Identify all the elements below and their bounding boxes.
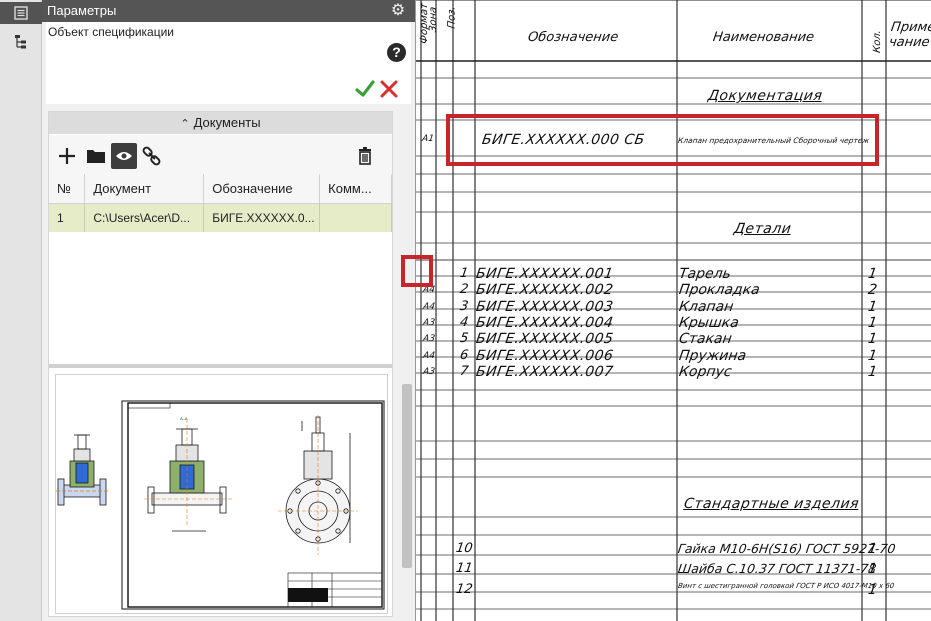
table-row[interactable]: 1 C:\Users\Acer\D... БИГЕ.XXXXXX.0... (49, 203, 392, 232)
standard-position: 11 (454, 561, 474, 576)
standard-position: 12 (454, 582, 474, 597)
chevron-up-icon: ⌃ (180, 118, 190, 130)
detail-name: Прокладка (677, 282, 761, 299)
detail-format: А3 (422, 334, 436, 345)
cell-number[interactable]: 1 (49, 203, 86, 232)
detail-designation: БИГЕ.XXXXXX.002 (474, 282, 615, 299)
panel-title: Параметры (47, 3, 117, 18)
object-label: Объект спецификации (48, 25, 174, 39)
documents-toggle[interactable]: ⌃ Документы (49, 112, 392, 134)
detail-name: Корпус (677, 363, 733, 380)
header-name: Наименование (711, 30, 816, 45)
detail-format: А4 (422, 285, 436, 296)
detail-name: Стакан (677, 331, 733, 348)
parameters-panel-icon[interactable] (0, 2, 42, 24)
section-documentation: Документация (706, 88, 824, 104)
column-header-number[interactable]: № (49, 174, 86, 204)
side-toolbar (0, 0, 42, 621)
header-zone: Зона (428, 6, 440, 33)
detail-name: Пружина (677, 347, 748, 364)
specification-sheet: Формат Зона Поз. Обозначение Наименовани… (415, 0, 931, 621)
plus-icon[interactable] (54, 143, 80, 169)
detail-designation: БИГЕ.XXXXXX.003 (474, 298, 615, 315)
gear-icon[interactable]: ⚙ (389, 1, 407, 21)
doc-format: А1 (421, 134, 435, 144)
standard-name: Гайка М10-6Н(S16) ГОСТ 5927-70 (676, 541, 897, 556)
header-designation: Обозначение (526, 30, 620, 45)
detail-designation: БИГЕ.XXXXXX.006 (474, 347, 615, 364)
documents-toggle-label: Документы (193, 115, 261, 130)
detail-format: А4 (422, 350, 436, 361)
detail-designation: БИГЕ.XXXXXX.001 (474, 266, 615, 282)
cell-document[interactable]: C:\Users\Acer\D... (84, 203, 205, 232)
splitter[interactable] (49, 364, 392, 368)
close-icon[interactable] (379, 79, 399, 99)
detail-name: Клапан (677, 298, 735, 315)
detail-designation: БИГЕ.XXXXXX.004 (474, 314, 615, 331)
table-empty-area (49, 232, 392, 362)
standard-name: Шайба С.10.37 ГОСТ 11371-78 (676, 561, 878, 576)
documents-table: № Документ Обозначение Комм... 1 C:\User… (49, 174, 392, 362)
header-note: Приме чание (887, 20, 931, 50)
parameters-panel: Параметры ⚙ Объект спецификации ? ⌃ Докум… (42, 0, 415, 621)
trash-icon[interactable] (352, 143, 378, 169)
doc-designation: БИГЕ.XXXXXX.000 СБ (480, 132, 646, 148)
detail-format: А4 (422, 301, 436, 312)
folder-icon[interactable] (83, 143, 109, 169)
detail-name: Тарель (677, 266, 732, 282)
cell-comment[interactable] (319, 203, 392, 232)
header-quantity: Кол. (871, 29, 883, 54)
link-icon[interactable] (139, 143, 165, 169)
eye-icon[interactable] (111, 143, 137, 169)
detail-name: Крышка (677, 314, 740, 331)
doc-name: Клапан предохранительный Сборочный черте… (677, 136, 870, 145)
column-header-designation[interactable]: Обозначение (203, 174, 321, 204)
standard-position: 10 (454, 541, 474, 556)
column-header-document[interactable]: Документ (84, 174, 205, 204)
documents-section: ⌃ Документы № Документ Обозначение Комм.… (48, 111, 393, 617)
detail-format: А3 (422, 366, 436, 377)
drawing-preview: А–А (55, 374, 388, 614)
detail-designation: БИГЕ.XXXXXX.007 (474, 363, 615, 380)
help-icon[interactable]: ? (387, 43, 406, 62)
panel-scrollbar[interactable] (402, 384, 412, 568)
column-header-comment[interactable]: Комм... (319, 174, 392, 204)
section-standard: Стандартные изделия (682, 496, 861, 512)
section-details: Детали (732, 221, 793, 237)
tree-icon[interactable] (6, 30, 36, 54)
detail-format: А3 (422, 317, 436, 328)
checkmark-icon[interactable] (355, 79, 375, 99)
table-header-row: № Документ Обозначение Комм... (49, 174, 392, 204)
cell-designation[interactable]: БИГЕ.XXXXXX.0... (203, 203, 321, 232)
detail-designation: БИГЕ.XXXXXX.005 (474, 331, 615, 348)
standard-name: Винт с шестигранной головкой ГОСТ Р ИСО … (677, 582, 895, 590)
panel-header: Параметры ⚙ (42, 0, 415, 22)
header-position: Поз. (446, 5, 458, 30)
